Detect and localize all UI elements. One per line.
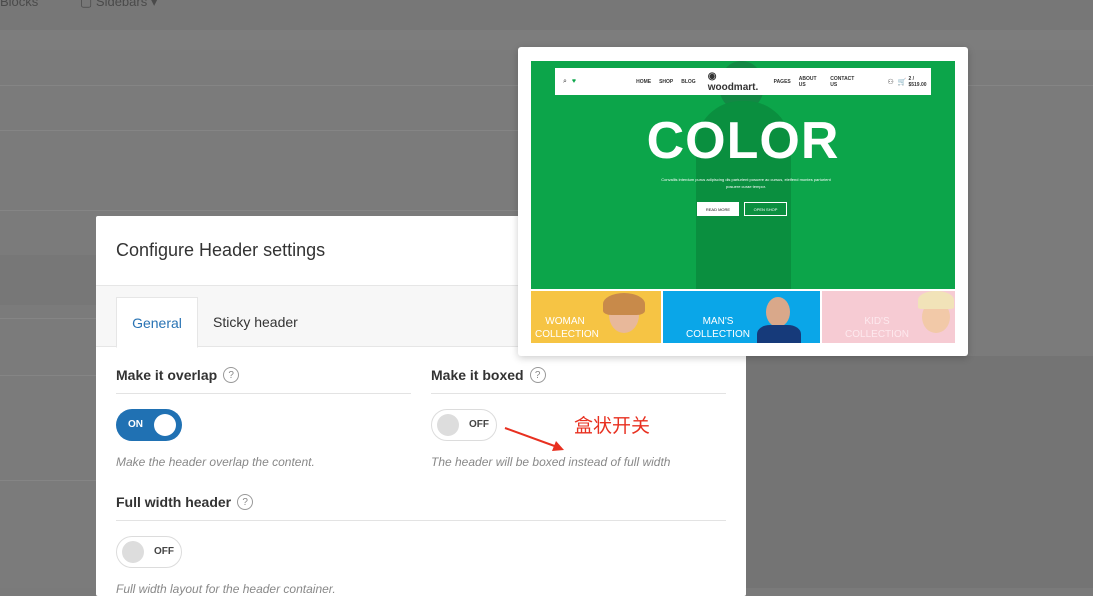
background-divider — [0, 318, 100, 319]
toggle-knob — [154, 414, 176, 436]
setting-full-width-description: Full width layout for the header contain… — [116, 582, 726, 596]
tile-label: WOMAN COLLECTION — [535, 315, 595, 341]
background-blocks-item: Blocks — [0, 0, 38, 9]
read-more-button: READ MORE — [697, 202, 739, 216]
background-side-panel — [745, 356, 1093, 588]
toggle-state-label: OFF — [469, 410, 489, 440]
logo-text: woodmart. — [708, 82, 759, 93]
cart-icon: 🛒 — [898, 78, 907, 86]
setting-boxed-label-row: Make it boxed ? — [431, 365, 726, 385]
toggle-state-label: OFF — [154, 537, 174, 567]
setting-overlap-description: Make the header overlap the content. — [116, 455, 411, 469]
annotation-label: 盒状开关 — [574, 411, 650, 438]
full-width-toggle[interactable]: OFF — [116, 536, 182, 568]
help-icon[interactable]: ? — [223, 367, 239, 383]
user-icon: ⚇ — [887, 78, 893, 86]
nav-item: BLOG — [681, 79, 695, 85]
nav-item: HOME — [636, 79, 651, 85]
setting-overlap: Make it overlap ? ON Make the header ove… — [116, 365, 411, 469]
tile-label: KID'S COLLECTION — [837, 315, 917, 341]
tile-label: MAN'S COLLECTION — [673, 315, 763, 341]
background-sidebars-label: Sidebars — [96, 0, 147, 9]
setting-overlap-label: Make it overlap — [116, 367, 217, 383]
nav-item: ABOUT US — [799, 76, 823, 88]
preview-nav: ⌕ ♥ HOME SHOP BLOG ◉ woodmart. PAGES ABO… — [555, 68, 931, 95]
modal-title: Configure Header settings — [116, 240, 325, 261]
cart-total: 2 / $519.00 — [908, 76, 931, 88]
setting-divider — [116, 520, 726, 521]
man-collection-tile: MAN'S COLLECTION — [663, 291, 820, 343]
background-row — [0, 255, 100, 305]
open-shop-button: OPEN SHOP — [744, 202, 787, 216]
toggle-knob — [437, 414, 459, 436]
setting-overlap-label-row: Make it overlap ? — [116, 365, 411, 385]
background-sidebars-item: ▢ Sidebars ▾ — [80, 0, 157, 10]
shirt-image — [757, 325, 801, 343]
tab-sticky-header[interactable]: Sticky header — [213, 297, 298, 346]
annotation-arrow-icon — [500, 424, 570, 458]
toggle-state-label: ON — [128, 409, 143, 441]
nav-item: SHOP — [659, 79, 673, 85]
hero-banner: ⌕ ♥ HOME SHOP BLOG ◉ woodmart. PAGES ABO… — [531, 61, 955, 289]
nav-item: PAGES — [774, 79, 791, 85]
boxed-preview-popup: ⌕ ♥ HOME SHOP BLOG ◉ woodmart. PAGES ABO… — [518, 47, 968, 356]
tab-general[interactable]: General — [116, 297, 198, 348]
overlap-toggle[interactable]: ON — [116, 409, 182, 441]
help-icon[interactable]: ? — [530, 367, 546, 383]
model-image — [766, 297, 790, 327]
background-divider — [0, 210, 520, 211]
setting-boxed-description: The header will be boxed instead of full… — [431, 455, 726, 469]
nav-item: CONTACT US — [830, 76, 859, 88]
background-divider — [0, 130, 520, 131]
logo: ◉ woodmart. — [708, 71, 764, 93]
woman-collection-tile: WOMAN COLLECTION — [531, 291, 661, 343]
hero-subtitle: Convallis interdum purus adipiscing dis … — [661, 176, 831, 190]
setting-full-width-label-row: Full width header ? — [116, 492, 726, 512]
setting-full-width-label: Full width header — [116, 494, 231, 510]
setting-divider — [116, 393, 411, 394]
search-icon: ⌕ — [563, 78, 567, 86]
background-toolbar: Blocks ▢ Sidebars ▾ — [0, 0, 1093, 30]
background-divider — [0, 375, 100, 376]
hat-image — [918, 291, 954, 309]
background-divider — [0, 480, 100, 481]
help-icon[interactable]: ? — [237, 494, 253, 510]
toggle-knob — [122, 541, 144, 563]
kids-collection-tile: KID'S COLLECTION — [822, 291, 955, 343]
setting-divider — [431, 393, 726, 394]
boxed-toggle[interactable]: OFF — [431, 409, 497, 441]
hero-title: COLOR — [531, 111, 955, 171]
setting-boxed-label: Make it boxed — [431, 367, 524, 383]
setting-full-width: Full width header ? OFF Full width layou… — [116, 492, 726, 596]
heart-icon: ♥ — [572, 78, 576, 85]
hair-image — [603, 293, 645, 315]
